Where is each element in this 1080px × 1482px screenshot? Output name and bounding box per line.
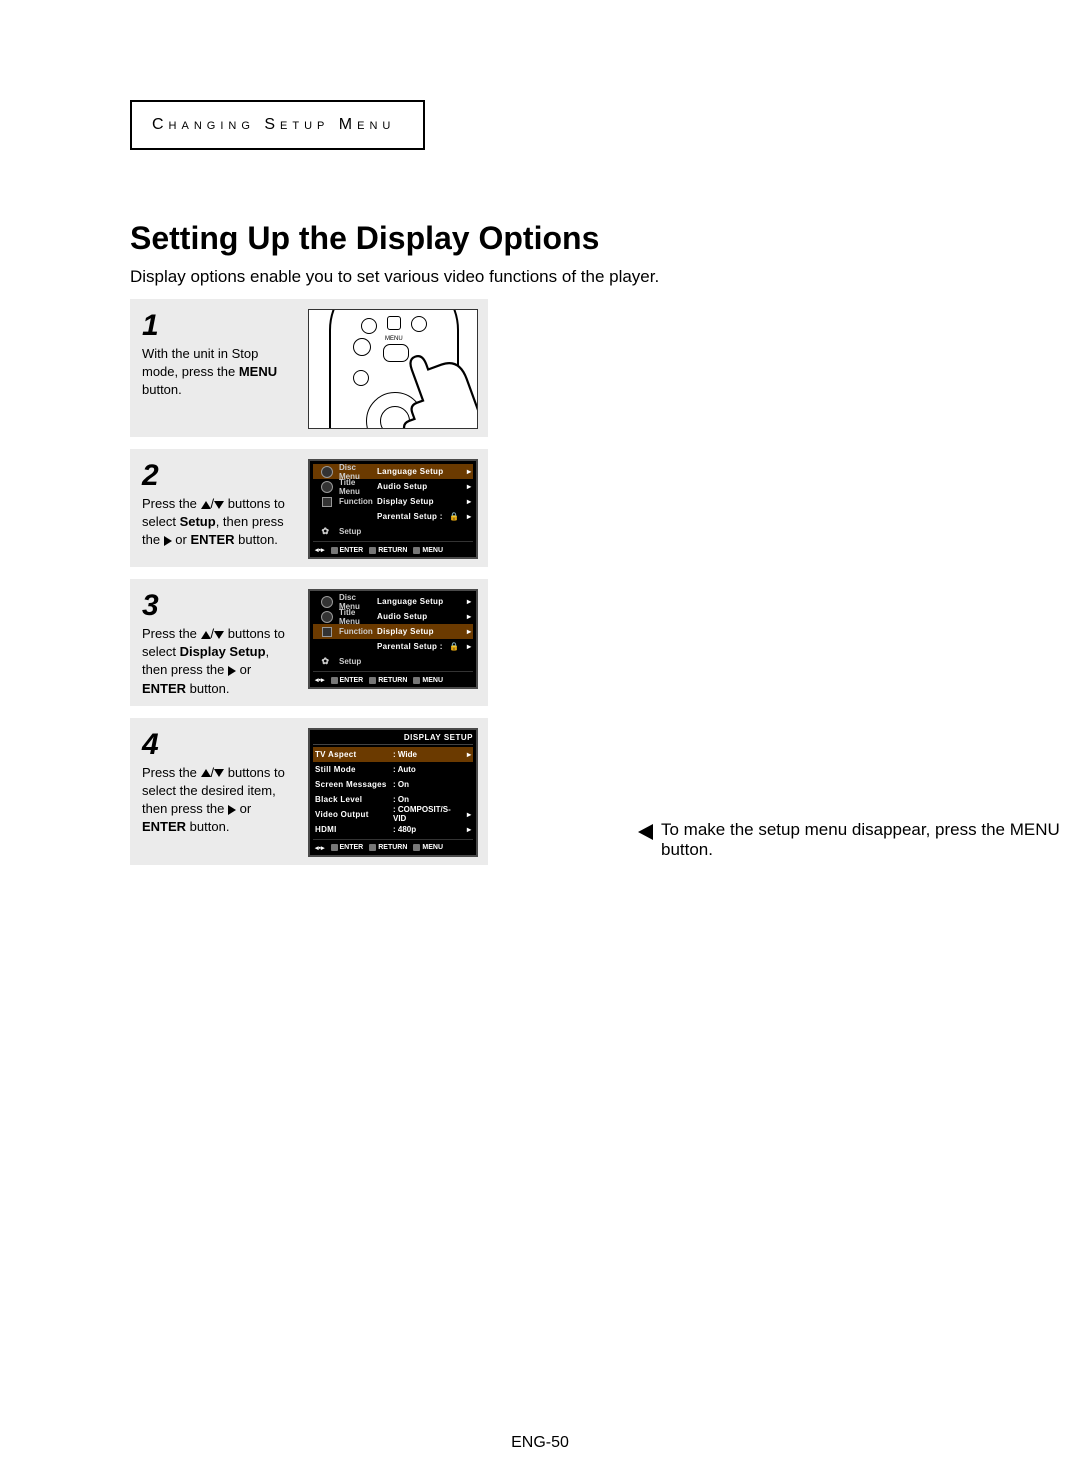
osd-row: Screen Messages: On [313, 777, 473, 792]
page-title: Setting Up the Display Options [130, 220, 950, 257]
osd-display-setup: DISPLAY SETUP TV Aspect: Wide▸Still Mode… [308, 728, 478, 857]
osd-footer: ◂▪▸ ENTER RETURN MENU [313, 541, 473, 556]
step-1-text: With the unit in Stop mode, press the ME… [142, 345, 298, 400]
step-4: 4 Press the / buttons to select the desi… [130, 718, 488, 865]
osd-row: TV Aspect: Wide▸ [313, 747, 473, 762]
osd-title: DISPLAY SETUP [313, 733, 473, 745]
osd-setup-menu-display: Disc MenuLanguage Setup▸ Title MenuAudio… [308, 589, 478, 689]
osd-setup-menu: Disc MenuLanguage Setup▸ Title MenuAudio… [308, 459, 478, 559]
up-icon [201, 631, 211, 639]
step-3: 3 Press the / buttons to select Display … [130, 579, 488, 718]
chapter-heading-box: Changing Setup Menu [130, 100, 425, 150]
right-icon [164, 536, 172, 546]
step-number: 1 [142, 309, 298, 343]
down-icon [214, 631, 224, 639]
osd-row: HDMI: 480p▸ [313, 822, 473, 837]
gear-icon: ✿ [322, 656, 333, 667]
remote-illustration: MENU ENTER [308, 309, 478, 429]
step-1: 1 With the unit in Stop mode, press the … [130, 299, 488, 449]
step-4-text: Press the / buttons to select the desire… [142, 764, 298, 837]
step-3-text: Press the / buttons to select Display Se… [142, 625, 298, 698]
osd-row: Still Mode: Auto [313, 762, 473, 777]
lock-icon: 🔒 [447, 512, 461, 521]
note-text: To make the setup menu disappear, press … [661, 820, 1078, 860]
gear-icon: ✿ [322, 526, 333, 537]
step-number: 2 [142, 459, 298, 493]
osd-footer: ◂▪▸ ENTER RETURN MENU [313, 839, 473, 854]
step-number: 4 [142, 728, 298, 762]
osd-footer: ◂▪▸ ENTER RETURN MENU [313, 671, 473, 686]
up-icon [201, 501, 211, 509]
down-icon [214, 769, 224, 777]
lock-icon: 🔒 [447, 642, 461, 651]
page-number: ENG-50 [0, 1434, 1080, 1452]
right-icon [228, 805, 236, 815]
steps-column: 1 With the unit in Stop mode, press the … [130, 299, 488, 865]
step-number: 3 [142, 589, 298, 623]
side-note: To make the setup menu disappear, press … [638, 820, 1078, 860]
intro-text: Display options enable you to set variou… [130, 267, 950, 287]
step-2: 2 Press the / buttons to select Setup, t… [130, 449, 488, 579]
chapter-heading: Changing Setup Menu [152, 116, 395, 133]
down-icon [214, 501, 224, 509]
note-pointer-icon [638, 824, 653, 840]
osd-row: Video Output: COMPOSIT/S-VID▸ [313, 807, 473, 822]
page: Changing Setup Menu Setting Up the Displ… [130, 100, 950, 865]
step-2-text: Press the / buttons to select Setup, the… [142, 495, 298, 550]
up-icon [201, 769, 211, 777]
right-icon [228, 666, 236, 676]
